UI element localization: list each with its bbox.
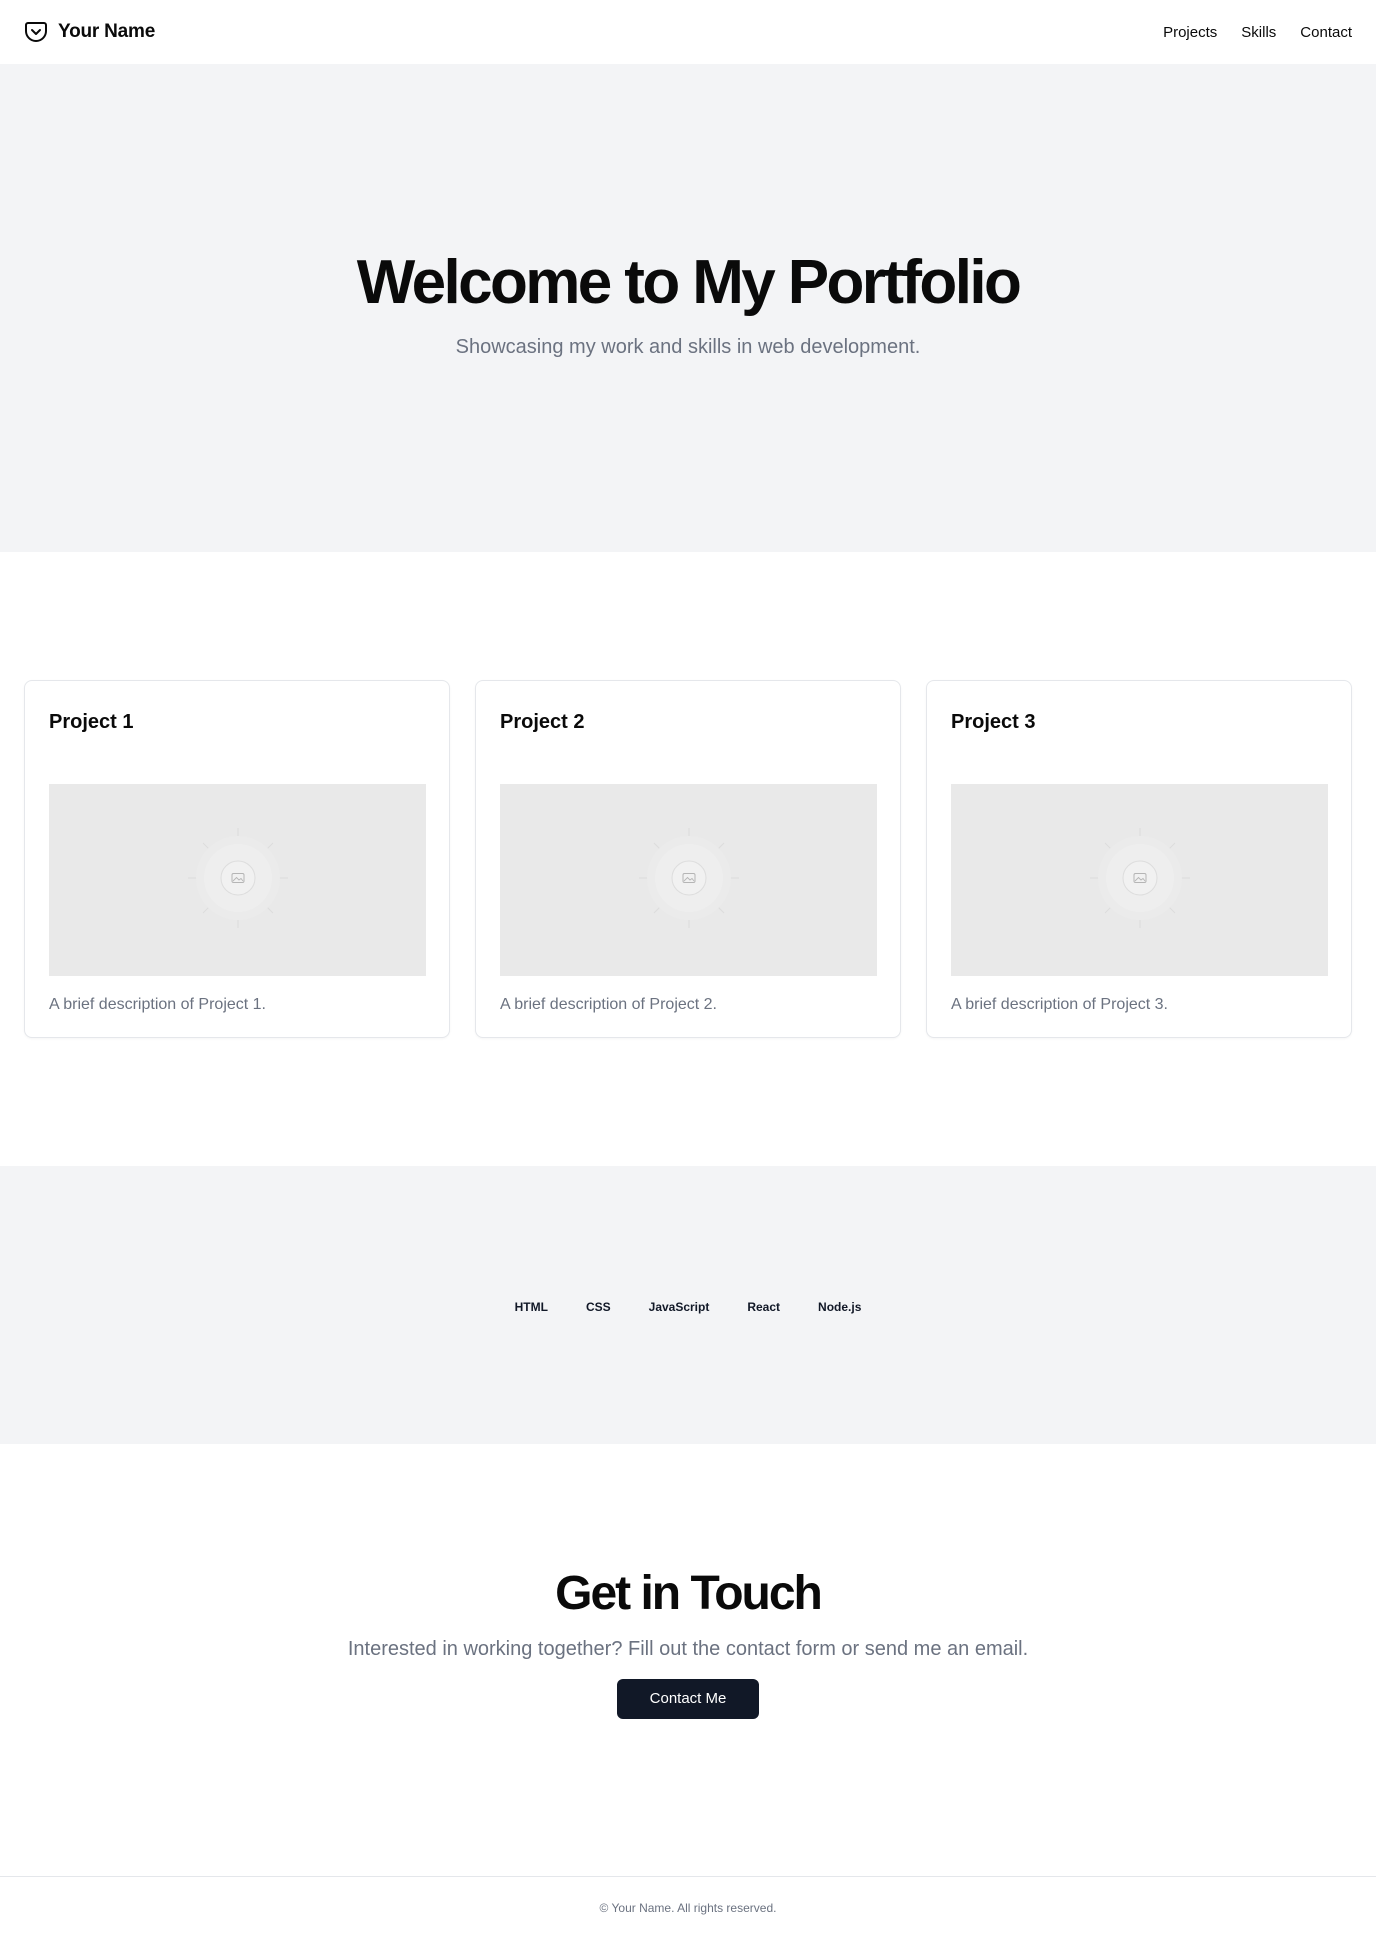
- project-title: Project 1: [49, 711, 134, 733]
- project-description: A brief description of Project 1.: [49, 996, 266, 1013]
- project-description: A brief description of Project 3.: [951, 996, 1168, 1013]
- site-footer: © Your Name. All rights reserved.: [0, 1876, 1376, 1940]
- project-card-2: Project 2 A brief description of Project…: [475, 680, 901, 1038]
- brand-name: Your Name: [58, 21, 156, 42]
- contact-me-button[interactable]: Contact Me: [617, 1678, 759, 1719]
- hero-title: Welcome to My Portfolio: [356, 248, 1022, 317]
- skill-badge-html: HTML: [514, 1300, 548, 1314]
- project-image: [951, 784, 1328, 976]
- projects-section: Project 1 A brief description of Project…: [0, 552, 1376, 1166]
- skill-badge-css: CSS: [585, 1300, 611, 1314]
- project-title: Project 3: [951, 711, 1036, 733]
- skills-list: HTML CSS JavaScript React Node.js: [496, 1296, 881, 1318]
- skills-section: HTML CSS JavaScript React Node.js: [0, 1166, 1376, 1444]
- brand-link[interactable]: Your Name: [24, 20, 155, 44]
- project-description: A brief description of Project 2.: [500, 996, 717, 1013]
- image-placeholder-icon: [1089, 827, 1190, 933]
- nav-link-contact[interactable]: Contact: [1300, 24, 1352, 41]
- project-image: [500, 784, 877, 976]
- site-header: Your Name Projects Skills Contact: [0, 0, 1376, 64]
- project-card-1: Project 1 A brief description of Project…: [24, 680, 450, 1038]
- nav-link-projects[interactable]: Projects: [1163, 24, 1217, 41]
- project-card-3: Project 3 A brief description of Project…: [926, 680, 1352, 1038]
- main-nav: Projects Skills Contact: [1163, 24, 1352, 41]
- contact-text: Interested in working together? Fill out…: [347, 1637, 1029, 1660]
- skill-badge-javascript: JavaScript: [648, 1300, 710, 1314]
- project-image: [49, 784, 426, 976]
- skill-badge-react: React: [747, 1300, 781, 1314]
- hero-section: Welcome to My Portfolio Showcasing my wo…: [0, 64, 1376, 552]
- nav-link-skills[interactable]: Skills: [1241, 24, 1276, 41]
- hero-subtitle: Showcasing my work and skills in web dev…: [455, 336, 921, 358]
- contact-section: Get in Touch Interested in working toget…: [0, 1444, 1376, 1876]
- skill-badge-nodejs: Node.js: [818, 1300, 862, 1314]
- image-placeholder-icon: [638, 827, 739, 933]
- pocket-icon: [24, 20, 48, 44]
- image-placeholder-icon: [187, 827, 288, 933]
- footer-copyright: © Your Name. All rights reserved.: [599, 1901, 777, 1915]
- contact-title: Get in Touch: [555, 1567, 823, 1620]
- project-title: Project 2: [500, 711, 585, 733]
